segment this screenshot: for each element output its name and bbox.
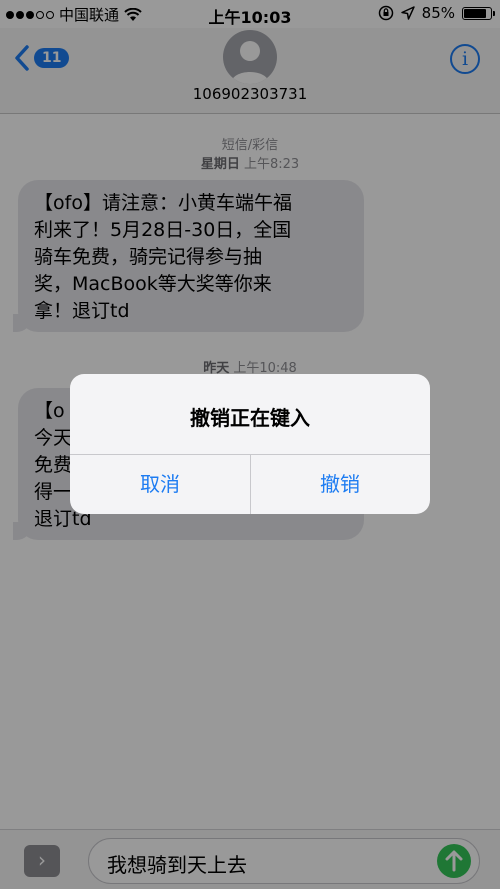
cancel-button[interactable]: 取消 <box>70 454 250 514</box>
undo-button[interactable]: 撤销 <box>250 454 430 514</box>
undo-typing-alert: 撤销正在键入 取消 撤销 <box>70 374 430 514</box>
alert-title: 撤销正在键入 <box>190 406 310 430</box>
